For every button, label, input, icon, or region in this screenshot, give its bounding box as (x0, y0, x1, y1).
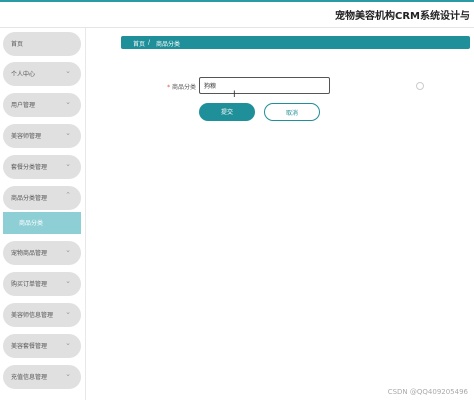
sidebar-item-label: 宠物商品管理 (11, 250, 48, 257)
breadcrumb-home[interactable]: 首页 (133, 39, 145, 48)
watermark: CSDN @QQ409205496 (387, 388, 468, 396)
sidebar-item-label: 充值信息管理 (11, 374, 48, 381)
cancel-button[interactable]: 取消 (264, 103, 320, 121)
breadcrumb: 首页 / 商品分类 (121, 36, 470, 49)
breadcrumb-current: 商品分类 (156, 41, 181, 48)
sidebar-item-label: 用户管理 (11, 102, 36, 109)
chevron-down-icon: ⌄ (65, 67, 71, 75)
chevron-down-icon: ⌄ (65, 98, 71, 106)
sidebar-item-label: 美容师管理 (11, 133, 42, 140)
sidebar-item-package-categories[interactable]: 套餐分类管理 ⌄ (3, 155, 81, 179)
chevron-down-icon: ⌄ (65, 160, 71, 168)
sidebar-item-label: 个人中心 (11, 71, 36, 78)
sidebar: 首页 个人中心 ⌄ 用户管理 ⌄ 美容师管理 ⌄ 套餐分类管理 ⌄ 商品分类管理… (0, 28, 86, 400)
required-mark: * (167, 84, 171, 91)
sidebar-item-grooming-packages[interactable]: 美容套餐管理 ⌄ (3, 334, 81, 358)
sidebar-item-label: 美容师信息管理 (11, 312, 54, 319)
sidebar-item-home[interactable]: 首页 (3, 32, 81, 56)
sidebar-item-personal-center[interactable]: 个人中心 ⌄ (3, 62, 81, 86)
app-title: 宠物美容机构CRM系统设计与 (335, 11, 470, 22)
sidebar-subitem-product-category[interactable]: 商品分类 (3, 212, 81, 234)
sidebar-item-purchase-orders[interactable]: 购买订单管理 ⌄ (3, 272, 81, 296)
sidebar-item-product-categories[interactable]: 商品分类管理 ⌃ (3, 186, 81, 210)
sidebar-item-label: 套餐分类管理 (11, 164, 48, 171)
sidebar-item-label: 商品分类管理 (11, 195, 48, 202)
sidebar-subitem-label: 商品分类 (19, 220, 44, 227)
chevron-down-icon: ⌄ (65, 370, 71, 378)
help-icon[interactable] (416, 82, 424, 90)
product-category-label: * 商品分类 (150, 82, 196, 91)
product-category-label-text: 商品分类 (171, 84, 196, 91)
submit-button[interactable]: 提交 (199, 103, 255, 121)
sidebar-item-recharge-info[interactable]: 充值信息管理 ⌄ (3, 365, 81, 389)
sidebar-item-groomer-info[interactable]: 美容师信息管理 ⌄ (3, 303, 81, 327)
chevron-down-icon: ⌄ (65, 277, 71, 285)
breadcrumb-separator: / (148, 39, 151, 46)
sidebar-item-pet-products[interactable]: 宠物商品管理 ⌄ (3, 241, 81, 265)
sidebar-item-users[interactable]: 用户管理 ⌄ (3, 93, 81, 117)
chevron-down-icon: ⌄ (65, 129, 71, 137)
chevron-up-icon: ⌃ (65, 191, 71, 199)
sidebar-item-label: 购买订单管理 (11, 281, 48, 288)
product-category-input[interactable] (199, 77, 330, 94)
sidebar-item-label: 首页 (11, 41, 24, 48)
chevron-down-icon: ⌄ (65, 246, 71, 254)
sidebar-item-groomers[interactable]: 美容师管理 ⌄ (3, 124, 81, 148)
chevron-down-icon: ⌄ (65, 308, 71, 316)
chevron-down-icon: ⌄ (65, 339, 71, 347)
sidebar-item-label: 美容套餐管理 (11, 343, 48, 350)
text-cursor-icon: I (233, 90, 236, 100)
top-bar: 宠物美容机构CRM系统设计与 (0, 0, 474, 28)
